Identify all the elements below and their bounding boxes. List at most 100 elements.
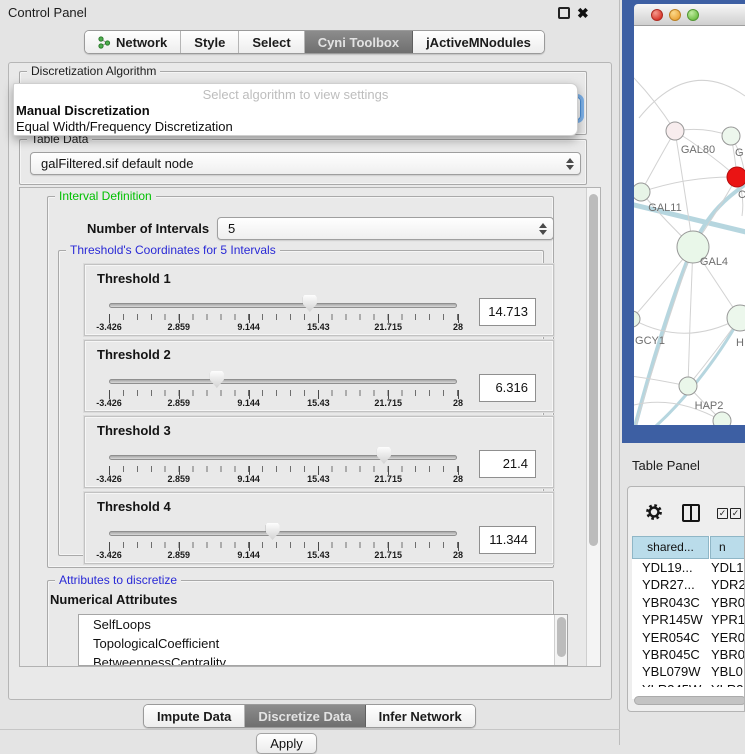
tab-cyni-toolbox[interactable]: Cyni Toolbox [305,31,413,53]
node[interactable] [634,183,650,201]
column-header-shared-name[interactable]: shared... [632,536,709,559]
threshold-4-slider-thumb[interactable] [266,523,280,540]
node-label-partial: G [735,147,744,159]
table-row[interactable]: YBR043CYBR0 [632,594,745,611]
tab-discretize-data[interactable]: Discretize Data [245,705,365,727]
numerical-attributes-list: SelfLoops TopologicalCoefficient Between… [78,614,568,666]
top-tab-bar: Network Style Select Cyni Toolbox jActiv… [84,30,545,54]
threshold-4-panel: Threshold 4 -3.426 2.859 9.144 15.43 21.… [84,492,554,564]
combo-stepper-icon [537,220,548,238]
node-label: GAL80 [681,144,715,156]
list-item[interactable]: SelfLoops [79,615,567,634]
node[interactable] [666,122,684,140]
threshold-1-slider-thumb[interactable] [303,295,317,312]
node-label: GAL11 [648,202,681,214]
control-panel: Control Panel ✖ Network Style Select Cyn… [0,0,620,745]
threshold-4-value-field[interactable]: 11.344 [479,526,536,554]
number-of-intervals-combo[interactable]: 5 [217,217,554,240]
threshold-4-label: Threshold 4 [97,499,171,514]
threshold-2-slider-track[interactable] [109,379,457,384]
node-label: GCY1 [635,335,665,347]
node-selected[interactable] [727,167,745,187]
tick-labels: -3.426 2.859 9.144 15.43 21.715 28 [109,398,458,409]
node[interactable] [727,305,745,331]
threshold-1-panel: Threshold 1 -3.426 2.859 9.144 15.43 21.… [84,264,554,336]
tab-jactivemnodules[interactable]: jActiveMNodules [413,31,544,53]
node-table: shared... n YDL19...YDL1 YDR27...YDR2 YB… [632,536,745,699]
threshold-3-slider-track[interactable] [109,455,457,460]
intervals-value: 5 [228,221,235,236]
cyni-toolbox-pane: Discretization Algorithm Select algorith… [8,62,612,700]
node[interactable] [679,377,697,395]
table-panel-window: ✓ ✓ shared... n YDL19...YDL1 YDR27...YDR… [627,486,745,712]
combo-stepper-icon [564,155,575,173]
thresholds-legend: Threshold's Coordinates for 5 Intervals [66,243,280,257]
tick-labels: -3.426 2.859 9.144 15.43 21.715 28 [109,322,458,333]
tick-labels: -3.426 2.859 9.144 15.43 21.715 28 [109,550,458,561]
table-row[interactable]: YBR045CYBR0 [632,646,745,663]
settings-scrollbar[interactable] [586,188,600,666]
algorithm-hint: Select algorithm to view settings [14,87,577,102]
checkbox-icon[interactable]: ✓ [730,508,741,519]
threshold-1-value-field[interactable]: 14.713 [479,298,536,326]
table-row[interactable]: YLR345WYLR3 [632,681,745,687]
threshold-2-value-field[interactable]: 6.316 [479,374,536,402]
table-panel-titlebar: Table Panel [622,452,745,480]
apply-button[interactable]: Apply [256,733,317,754]
node-label: HAP2 [695,400,724,412]
network-canvas[interactable]: GAL80 G C GAL11 GAL4 GCY1 H HAP2 [634,26,745,425]
network-window-titlebar[interactable] [634,4,745,26]
threshold-2-slider-thumb[interactable] [210,371,224,388]
table-row[interactable]: YDL19...YDL1 [632,559,745,576]
algorithm-dropdown-popup: Select algorithm to view settings Manual… [13,83,578,136]
table-row[interactable]: YER054CYER0 [632,629,745,646]
threshold-4-slider-track[interactable] [109,531,457,536]
threshold-3-label: Threshold 3 [97,423,171,438]
threshold-1-label: Threshold 1 [97,271,171,286]
zoom-traffic-light[interactable] [687,9,699,21]
tab-infer-network[interactable]: Infer Network [366,705,475,727]
table-toolbar: ✓ ✓ [628,487,745,535]
threshold-1-slider-track[interactable] [109,303,457,308]
node[interactable] [722,127,740,145]
node[interactable] [713,412,731,425]
discretization-algorithm-legend: Discretization Algorithm [27,64,160,78]
close-traffic-light[interactable] [651,9,663,21]
tab-impute-data[interactable]: Impute Data [144,705,245,727]
threshold-3-panel: Threshold 3 -3.426 2.859 9.144 15.43 21.… [84,416,554,488]
tab-network[interactable]: Network [85,31,181,53]
settings-scrollpane: Interval Definition Number of Intervals … [19,187,601,667]
tab-style[interactable]: Style [181,31,239,53]
list-scrollbar[interactable] [554,615,567,666]
panel-titlebar: Control Panel ✖ [0,0,620,26]
minimize-traffic-light[interactable] [669,9,681,21]
table-row[interactable]: YDR27...YDR2 [632,576,745,593]
tab-select[interactable]: Select [239,31,304,53]
table-data-combo[interactable]: galFiltered.sif default node [30,152,581,175]
tick-labels: -3.426 2.859 9.144 15.43 21.715 28 [109,474,458,485]
float-window-icon[interactable] [558,7,570,19]
attributes-legend: Attributes to discretize [55,573,181,587]
table-row[interactable]: YBL079WYBL0 [632,663,745,680]
node-label-partial: C [738,189,745,201]
node-label-partial: H [736,337,744,349]
list-item[interactable]: BetweennessCentrality [79,653,567,666]
number-of-intervals-label: Number of Intervals [87,221,209,236]
table-row[interactable]: YPR145WYPR1 [632,611,745,628]
threshold-3-slider-thumb[interactable] [377,447,391,464]
checkbox-icon[interactable]: ✓ [717,508,728,519]
option-equal-width-frequency[interactable]: Equal Width/Frequency Discretization [16,119,233,134]
horizontal-scrollbar[interactable] [631,696,745,706]
numerical-attributes-label: Numerical Attributes [50,592,177,607]
node[interactable] [634,311,640,327]
close-icon[interactable]: ✖ [577,7,589,19]
threshold-3-value-field[interactable]: 21.4 [479,450,536,478]
tick-marks [109,542,458,548]
table-panel-title: Table Panel [632,458,700,473]
option-manual-discretization[interactable]: Manual Discretization [16,103,150,118]
gear-icon[interactable] [645,503,663,521]
split-view-icon[interactable] [682,504,700,522]
list-item[interactable]: TopologicalCoefficient [79,634,567,653]
column-header-name[interactable]: n [710,536,745,559]
network-icon [98,36,111,49]
